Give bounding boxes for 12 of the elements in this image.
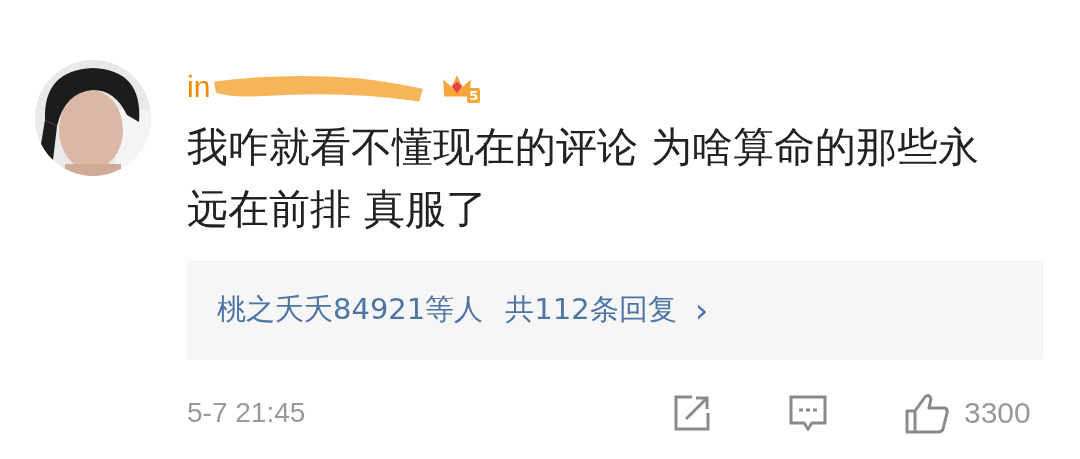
username[interactable]: in	[187, 70, 211, 104]
reply-count[interactable]: 共112条回复	[505, 290, 677, 330]
chevron-icon: ›	[694, 290, 709, 330]
like-count: 3300	[964, 396, 1031, 430]
comment-icon[interactable]	[788, 393, 828, 433]
timestamp: 5-7 21:45	[187, 397, 307, 429]
share-icon[interactable]	[672, 393, 712, 433]
replies-panel[interactable]: 桃之夭夭84921等人 共112条回复 ›	[187, 260, 1044, 360]
reply-users: 桃之夭夭84921等人	[217, 291, 484, 328]
comment-text: 我咋就看不懂现在的评论 为啥算命的那些永远在前排 真服了	[187, 122, 981, 235]
thumbs-up-icon[interactable]	[904, 391, 950, 435]
crown-badge: 5	[441, 71, 481, 103]
